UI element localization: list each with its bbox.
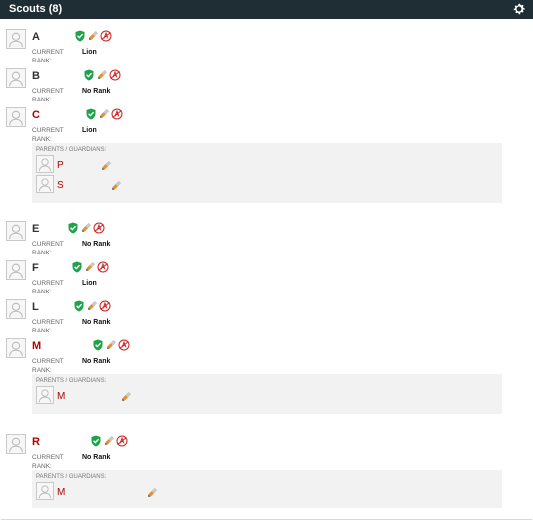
scout-name[interactable]: B xyxy=(32,70,40,82)
avatar[interactable] xyxy=(6,68,26,88)
scout-actions xyxy=(90,434,128,447)
scout-name[interactable]: L xyxy=(32,301,39,313)
guardian-name[interactable]: P xyxy=(57,160,64,171)
avatar[interactable] xyxy=(6,434,26,454)
guardians-title: PARENTS / GUARDIANS: xyxy=(36,147,107,153)
avatar[interactable] xyxy=(36,386,54,404)
pencil-icon[interactable] xyxy=(100,159,112,171)
scout-row[interactable]: RCURRENT RANK:No RankDOB:AGE:6PARENTS / … xyxy=(1,428,532,520)
pencil-icon[interactable] xyxy=(98,107,110,119)
current-rank-value: No Rank xyxy=(82,358,111,365)
scout-row[interactable]: ACURRENT RANK:Lion xyxy=(1,23,532,65)
guardians-title: PARENTS / GUARDIANS: xyxy=(36,474,107,480)
shield-check-icon[interactable] xyxy=(74,29,86,42)
scout-row[interactable]: BCURRENT RANK:No Rank xyxy=(1,62,532,104)
pencil-icon[interactable] xyxy=(84,260,96,272)
scout-row[interactable]: LCURRENT RANK:No Rank xyxy=(1,293,532,335)
pencil-icon[interactable] xyxy=(96,68,108,80)
no-badge-icon[interactable] xyxy=(111,107,123,120)
guardians-title: PARENTS / GUARDIANS: xyxy=(36,378,107,384)
pencil-icon[interactable] xyxy=(87,29,99,41)
pencil-icon[interactable] xyxy=(103,434,115,446)
guardian-row[interactable]: M xyxy=(36,386,186,406)
scout-actions xyxy=(92,338,130,351)
scout-actions xyxy=(71,260,109,273)
scout-actions xyxy=(83,68,121,81)
scout-actions xyxy=(74,29,112,42)
guardians-panel: PARENTS / GUARDIANS: P S xyxy=(32,143,502,203)
scouts-title: Scouts (8) xyxy=(9,3,63,15)
shield-check-icon[interactable] xyxy=(73,299,85,312)
no-badge-icon[interactable] xyxy=(109,68,121,81)
pencil-icon[interactable] xyxy=(86,299,98,311)
scout-name[interactable]: R xyxy=(32,436,40,448)
current-rank-label: CURRENT RANK: xyxy=(32,454,64,470)
scout-name[interactable]: F xyxy=(32,262,39,274)
avatar[interactable] xyxy=(6,260,26,280)
pencil-icon[interactable] xyxy=(105,338,117,350)
current-rank-label: CURRENT RANK: xyxy=(32,127,64,143)
guardian-row[interactable]: S xyxy=(36,175,186,195)
scout-row[interactable]: CCURRENT RANK:LionDOB:AGE:6PARENTS / GUA… xyxy=(1,101,532,216)
scout-name[interactable]: M xyxy=(32,340,41,352)
no-badge-icon[interactable] xyxy=(93,221,105,234)
scouts-header: Scouts (8) xyxy=(0,0,533,19)
avatar[interactable] xyxy=(6,29,26,49)
scout-name[interactable]: C xyxy=(32,109,40,121)
no-badge-icon[interactable] xyxy=(97,260,109,273)
pencil-icon[interactable] xyxy=(120,390,132,402)
avatar[interactable] xyxy=(6,107,26,127)
scout-row[interactable]: FCURRENT RANK:Lion xyxy=(1,254,532,296)
no-badge-icon[interactable] xyxy=(100,29,112,42)
current-rank-value: No Rank xyxy=(82,454,111,461)
shield-check-icon[interactable] xyxy=(85,107,97,120)
pencil-icon[interactable] xyxy=(110,179,122,191)
scout-actions xyxy=(85,107,123,120)
guardian-name[interactable]: M xyxy=(57,391,65,402)
shield-check-icon[interactable] xyxy=(67,221,79,234)
guardian-name[interactable]: S xyxy=(57,180,64,191)
guardian-row[interactable]: M xyxy=(36,482,186,502)
avatar[interactable] xyxy=(6,299,26,319)
scout-row[interactable]: ECURRENT RANK:No Rank xyxy=(1,215,532,257)
pencil-icon[interactable] xyxy=(80,221,92,233)
shield-check-icon[interactable] xyxy=(83,68,95,81)
avatar[interactable] xyxy=(6,338,26,358)
scout-name[interactable]: A xyxy=(32,31,40,43)
current-rank-value: Lion xyxy=(82,127,97,134)
scout-actions xyxy=(73,299,111,312)
scout-row[interactable]: MCURRENT RANK:No RankDOB:AGE:6PARENTS / … xyxy=(1,332,532,429)
avatar[interactable] xyxy=(36,155,54,173)
guardian-name[interactable]: M xyxy=(57,487,65,498)
shield-check-icon[interactable] xyxy=(71,260,83,273)
scout-actions xyxy=(67,221,105,234)
no-badge-icon[interactable] xyxy=(118,338,130,351)
avatar[interactable] xyxy=(36,482,54,500)
shield-check-icon[interactable] xyxy=(90,434,102,447)
no-badge-icon[interactable] xyxy=(116,434,128,447)
avatar[interactable] xyxy=(36,175,54,193)
shield-check-icon[interactable] xyxy=(92,338,104,351)
gear-icon[interactable] xyxy=(512,2,526,16)
avatar[interactable] xyxy=(6,221,26,241)
no-badge-icon[interactable] xyxy=(99,299,111,312)
guardians-panel: PARENTS / GUARDIANS: M xyxy=(32,470,502,508)
guardian-row[interactable]: P xyxy=(36,155,186,175)
pencil-icon[interactable] xyxy=(146,486,158,498)
scout-name[interactable]: E xyxy=(32,223,39,235)
current-rank-label: CURRENT RANK: xyxy=(32,358,64,374)
guardians-panel: PARENTS / GUARDIANS: M xyxy=(32,374,502,414)
